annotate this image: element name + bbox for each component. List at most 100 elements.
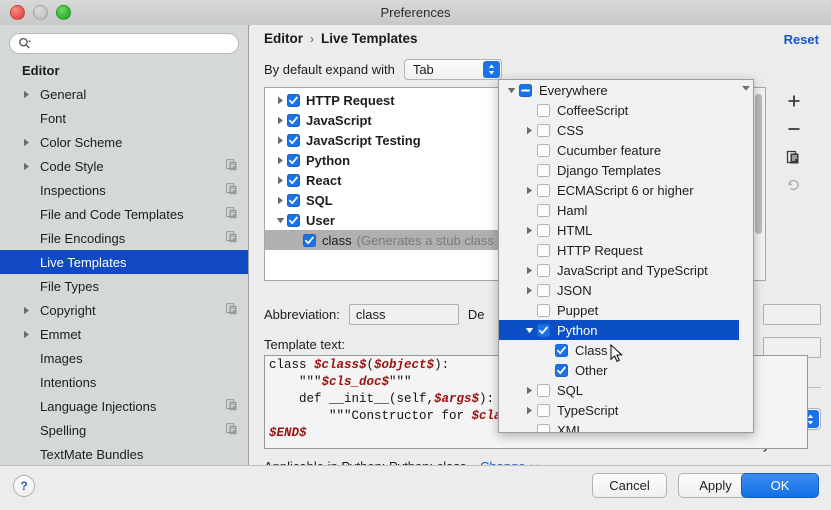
revert-template-button[interactable] [779,171,809,199]
sidebar-item-copyright[interactable]: Copyright [0,298,248,322]
disclosure-triangle-icon[interactable] [521,386,537,395]
sidebar-item-editor[interactable]: Editor [0,58,248,82]
templates-scroll-thumb[interactable] [755,94,762,234]
context-option-haml[interactable]: Haml [499,200,753,220]
help-button[interactable]: ? [13,475,35,497]
context-option-xml[interactable]: XML [499,420,753,432]
disclosure-triangle-icon[interactable] [521,186,537,195]
sidebar-item-emmet[interactable]: Emmet [0,322,248,346]
template-checkbox[interactable] [287,113,300,127]
context-option-css[interactable]: CSS [499,120,753,140]
cancel-button[interactable]: Cancel [592,473,667,498]
disclosure-triangle-icon[interactable] [521,266,537,275]
context-checkbox[interactable] [555,343,568,357]
context-option-ecmascript-6-or-higher[interactable]: ECMAScript 6 or higher [499,180,753,200]
context-option-http-request[interactable]: HTTP Request [499,240,753,260]
context-checkbox[interactable] [537,243,550,257]
context-checkbox[interactable] [537,423,550,432]
sidebar-item-intentions[interactable]: Intentions [0,370,248,394]
context-checkbox[interactable] [537,303,550,317]
context-checkbox[interactable] [537,163,550,177]
context-option-typescript[interactable]: TypeScript [499,400,753,420]
disclosure-triangle-icon[interactable] [503,86,519,95]
disclosure-triangle-icon[interactable] [273,196,287,205]
scroll-up-arrow-icon[interactable] [740,81,752,95]
context-checkbox[interactable] [537,183,550,197]
abbreviation-input[interactable]: class [348,304,459,325]
disclosure-triangle-icon[interactable] [521,406,537,415]
context-option-other[interactable]: Other [499,360,753,380]
reset-link[interactable]: Reset [784,32,819,47]
sidebar-item-inspections[interactable]: Inspections [0,178,248,202]
context-checkbox[interactable] [519,83,532,97]
template-checkbox[interactable] [287,153,300,167]
context-option-python[interactable]: Python [499,320,753,340]
disclosure-triangle-icon[interactable] [22,90,34,99]
ok-button[interactable]: OK [741,473,819,498]
context-checkbox[interactable] [537,103,550,117]
template-checkbox[interactable] [287,93,300,107]
disclosure-triangle-icon[interactable] [22,330,34,339]
disclosure-triangle-icon[interactable] [22,138,34,147]
disclosure-triangle-icon[interactable] [521,286,537,295]
popup-scrollbar[interactable] [739,80,753,432]
disclosure-triangle-icon[interactable] [273,216,287,225]
duplicate-template-button[interactable] [779,143,809,171]
sidebar-item-language-injections[interactable]: Language Injections [0,394,248,418]
sidebar-item-color-scheme[interactable]: Color Scheme [0,130,248,154]
context-option-html[interactable]: HTML [499,220,753,240]
context-checkbox[interactable] [537,263,550,277]
template-checkbox[interactable] [303,233,316,247]
remove-template-button[interactable] [779,115,809,143]
expand-with-select[interactable]: Tab [403,59,502,80]
description-input[interactable] [763,304,821,325]
template-checkbox[interactable] [287,173,300,187]
disclosure-triangle-icon[interactable] [22,162,34,171]
context-option-javascript-and-typescript[interactable]: JavaScript and TypeScript [499,260,753,280]
disclosure-triangle-icon[interactable] [273,176,287,185]
disclosure-triangle-icon[interactable] [521,326,537,335]
context-checkbox[interactable] [537,203,550,217]
context-option-json[interactable]: JSON [499,280,753,300]
context-dropdown-popup[interactable]: Everywhere CoffeeScript CSS Cucumber featur… [498,79,754,433]
context-checkbox[interactable] [537,383,550,397]
context-checkbox[interactable] [537,323,550,337]
context-checkbox[interactable] [537,143,550,157]
context-option-class[interactable]: Class [499,340,753,360]
context-checkbox[interactable] [537,223,550,237]
search-input[interactable] [35,35,230,52]
sidebar-item-code-style[interactable]: Code Style [0,154,248,178]
disclosure-triangle-icon[interactable] [22,306,34,315]
disclosure-triangle-icon[interactable] [273,116,287,125]
search-box[interactable] [9,33,239,54]
disclosure-triangle-icon[interactable] [521,126,537,135]
chevron-updown-icon[interactable] [482,61,500,78]
disclosure-triangle-icon[interactable] [273,156,287,165]
disclosure-triangle-icon[interactable] [521,226,537,235]
sidebar-item-file-and-code-templates[interactable]: File and Code Templates [0,202,248,226]
sidebar-item-general[interactable]: General [0,82,248,106]
context-checkbox[interactable] [537,123,550,137]
template-checkbox[interactable] [287,193,300,207]
sidebar-item-file-encodings[interactable]: File Encodings [0,226,248,250]
sidebar-item-file-types[interactable]: File Types [0,274,248,298]
sidebar-item-textmate-bundles[interactable]: TextMate Bundles [0,442,248,465]
disclosure-triangle-icon[interactable] [273,136,287,145]
sidebar-item-spelling[interactable]: Spelling [0,418,248,442]
sidebar-item-font[interactable]: Font [0,106,248,130]
sidebar-item-images[interactable]: Images [0,346,248,370]
context-option-sql[interactable]: SQL [499,380,753,400]
template-checkbox[interactable] [287,213,300,227]
context-option-django-templates[interactable]: Django Templates [499,160,753,180]
breadcrumb-parent[interactable]: Editor [264,31,303,46]
template-checkbox[interactable] [287,133,300,147]
context-checkbox[interactable] [555,363,568,377]
context-option-everywhere[interactable]: Everywhere [499,80,753,100]
context-checkbox[interactable] [537,283,550,297]
sidebar-item-live-templates[interactable]: Live Templates [0,250,248,274]
add-template-button[interactable] [779,87,809,115]
context-checkbox[interactable] [537,403,550,417]
disclosure-triangle-icon[interactable] [273,96,287,105]
context-option-puppet[interactable]: Puppet [499,300,753,320]
context-option-coffeescript[interactable]: CoffeeScript [499,100,753,120]
